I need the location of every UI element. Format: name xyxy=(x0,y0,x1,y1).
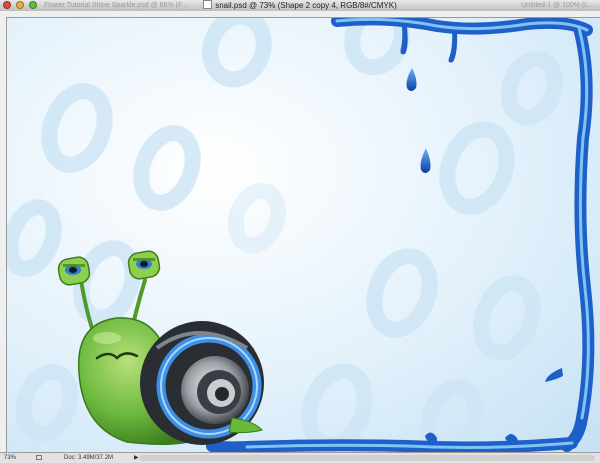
artwork xyxy=(7,18,600,452)
horizontal-scrollbar[interactable] xyxy=(140,455,595,461)
vertical-ruler[interactable] xyxy=(0,17,7,452)
document-canvas[interactable] xyxy=(7,18,600,452)
horizontal-ruler[interactable] xyxy=(0,11,600,18)
document-title: snail.psd @ 73% (Shape 2 copy 4, RGB/8#/… xyxy=(0,0,600,11)
document-title-text: snail.psd @ 73% (Shape 2 copy 4, RGB/8#/… xyxy=(215,1,397,10)
status-bar: 73% Doc: 3.49M/37.2M ▶ xyxy=(0,452,600,463)
document-icon xyxy=(203,0,213,9)
status-bar-icon[interactable] xyxy=(36,455,42,460)
